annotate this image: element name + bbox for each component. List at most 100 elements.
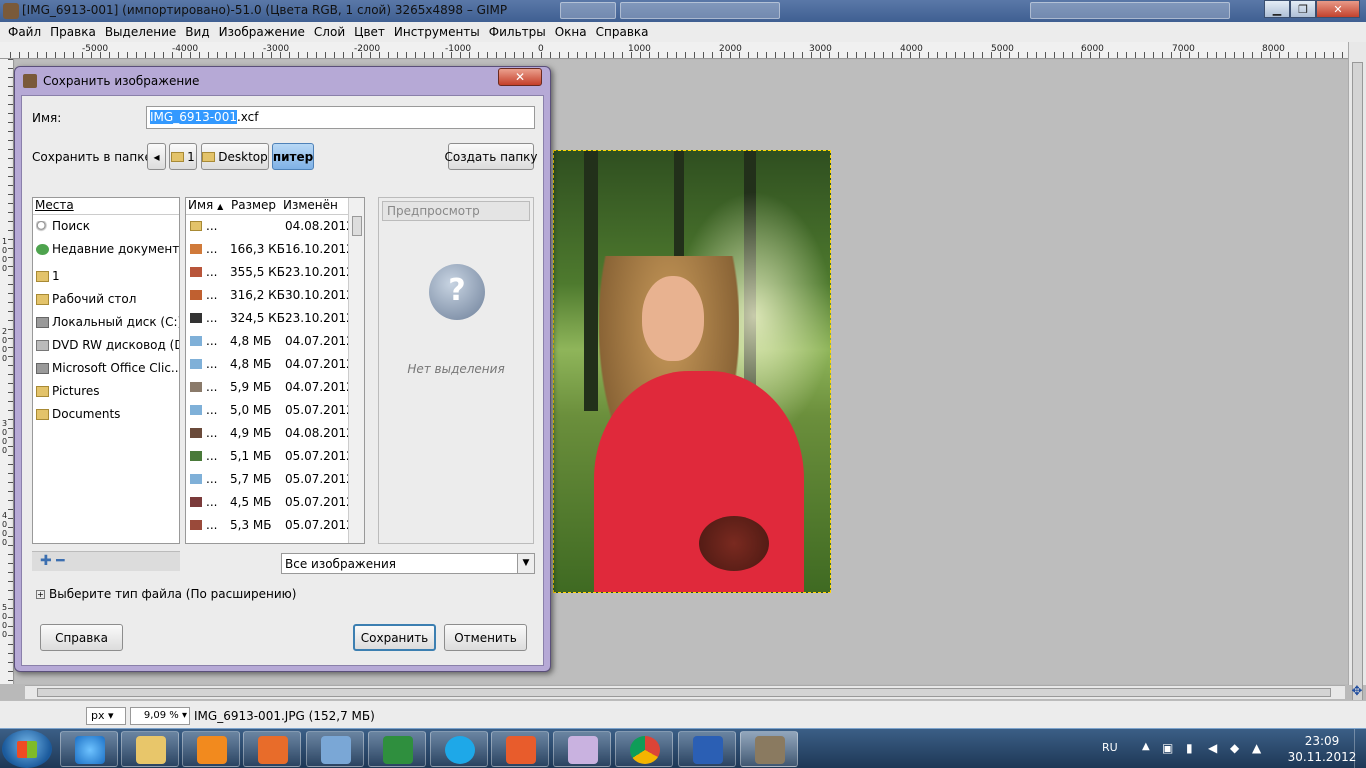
ruler-label: -5000 <box>82 44 109 54</box>
file-row[interactable]: ... 5,3 МБ 05.07.2012 <box>186 514 364 537</box>
cancel-button[interactable]: Отменить <box>444 624 527 651</box>
create-folder-button[interactable]: Создать папку <box>444 143 538 170</box>
column-name[interactable]: Имя ▲ <box>186 198 229 214</box>
filename-input[interactable]: IMG_6913-001.xcf <box>146 106 535 129</box>
help-button[interactable]: Справка <box>40 624 123 651</box>
file-size: 4,8 МБ <box>230 357 272 371</box>
file-list-scrollbar[interactable] <box>348 198 364 543</box>
file-name: ... <box>206 265 218 279</box>
system-tray: RU ▲ ▣ ▮ ◀ ◆ ▲ 23:09 30.11.2012 <box>1096 729 1366 768</box>
menu-color[interactable]: Цвет <box>352 25 392 39</box>
taskbar-ie[interactable] <box>60 731 118 767</box>
horizontal-scrollbar[interactable] <box>25 685 1345 699</box>
file-row[interactable]: ... 4,5 МБ 05.07.2012 <box>186 491 364 514</box>
language-indicator[interactable]: RU <box>1102 741 1118 754</box>
filetype-expander[interactable]: + Выберите тип файла (По расширению) <box>36 587 296 601</box>
show-desktop-button[interactable] <box>1354 729 1366 768</box>
menu-layer[interactable]: Слой <box>312 25 352 39</box>
unit-select[interactable]: px ▾ <box>86 707 126 725</box>
file-row[interactable]: ... 4,8 МБ 04.07.2012 <box>186 353 364 376</box>
clock-time[interactable]: 23:09 <box>1292 734 1352 748</box>
menu-edit[interactable]: Правка <box>48 25 103 39</box>
horizontal-ruler[interactable]: -5000 -4000 -3000 -2000 -1000 0 1000 200… <box>0 42 1366 59</box>
dropbox-icon[interactable]: ◆ <box>1230 741 1239 755</box>
path-button-desktop[interactable]: Desktop <box>201 143 269 170</box>
places-item-1[interactable]: 1 <box>33 265 179 288</box>
places-item-search[interactable]: Поиск <box>33 215 179 238</box>
taskbar-word[interactable] <box>678 731 736 767</box>
ruler-label: -3000 <box>263 44 290 54</box>
file-row[interactable]: ... 324,5 КБ 23.10.2012 <box>186 307 364 330</box>
taskbar-network[interactable] <box>306 731 364 767</box>
file-filter-select[interactable]: Все изображения ▼ <box>281 553 535 574</box>
taskbar-chrome[interactable] <box>615 731 673 767</box>
menu-file[interactable]: Файл <box>6 25 48 39</box>
column-size[interactable]: Размер <box>229 198 281 214</box>
menu-tools[interactable]: Инструменты <box>392 25 487 39</box>
places-item-drive-c[interactable]: Локальный диск (C:) <box>33 311 179 334</box>
clock-date[interactable]: 30.11.2012 <box>1284 750 1360 764</box>
file-row[interactable]: ... 355,5 КБ 23.10.2012 <box>186 261 364 284</box>
taskbar-office[interactable] <box>243 731 301 767</box>
file-name: ... <box>206 242 218 256</box>
places-item-office[interactable]: Microsoft Office Clic... <box>33 357 179 380</box>
places-item-desktop[interactable]: Рабочий стол <box>33 288 179 311</box>
column-modified[interactable]: Изменён <box>281 198 341 214</box>
start-button[interactable] <box>2 730 52 768</box>
file-row[interactable]: ... 316,2 КБ 30.10.2012 <box>186 284 364 307</box>
image-icon <box>190 336 202 346</box>
vertical-scrollbar[interactable] <box>1348 42 1366 702</box>
file-row[interactable]: ... 5,0 МБ 05.07.2012 <box>186 399 364 422</box>
menu-windows[interactable]: Окна <box>553 25 594 39</box>
taskbar-excel[interactable] <box>368 731 426 767</box>
vertical-ruler[interactable]: 1000 2000 3000 4000 5000 <box>0 59 14 684</box>
file-size: 4,9 МБ <box>230 426 272 440</box>
file-row[interactable]: ... 166,3 КБ 16.10.2012 <box>186 238 364 261</box>
file-row[interactable]: ... 5,9 МБ 04.07.2012 <box>186 376 364 399</box>
signal-icon[interactable]: ▮ <box>1186 741 1193 755</box>
file-row[interactable]: ... 4,8 МБ 04.07.2012 <box>186 330 364 353</box>
places-item-label: Microsoft Office Clic... <box>52 361 179 375</box>
minimize-button[interactable]: ▁ <box>1264 0 1290 18</box>
tray-app-icon[interactable]: ▣ <box>1162 741 1173 755</box>
taskbar-explorer[interactable] <box>121 731 179 767</box>
places-item-pictures[interactable]: Pictures <box>33 380 179 403</box>
taskbar-palette[interactable] <box>553 731 611 767</box>
places-item-dvd[interactable]: DVD RW дисковод (D:) <box>33 334 179 357</box>
taskbar-media[interactable] <box>182 731 240 767</box>
menu-help[interactable]: Справка <box>594 25 656 39</box>
places-item-documents[interactable]: Documents <box>33 403 179 426</box>
save-button[interactable]: Сохранить <box>353 624 436 651</box>
close-button[interactable]: ✕ <box>1316 0 1360 18</box>
file-row[interactable]: ... 4,9 МБ 04.08.2012 <box>186 422 364 445</box>
file-row[interactable]: ... 5,1 МБ 05.07.2012 <box>186 445 364 468</box>
menu-filters[interactable]: Фильтры <box>487 25 553 39</box>
taskbar-gimp[interactable] <box>740 731 798 767</box>
dialog-close-button[interactable]: ✕ <box>498 68 542 86</box>
navigate-icon[interactable]: ✥ <box>1350 685 1364 699</box>
drive-sync-icon[interactable]: ▲ <box>1252 741 1261 755</box>
folder-icon <box>202 151 216 162</box>
taskbar-skype[interactable] <box>430 731 488 767</box>
maximize-button[interactable]: ❐ <box>1290 0 1316 18</box>
scroll-thumb[interactable] <box>1352 62 1363 702</box>
taskbar-paint[interactable] <box>491 731 549 767</box>
places-item-recent[interactable]: Недавние документы <box>33 238 179 261</box>
path-button-1[interactable]: 1 <box>169 143 197 170</box>
places-header[interactable]: Места <box>33 198 179 215</box>
path-button-current[interactable]: питер <box>272 143 314 170</box>
scroll-thumb[interactable] <box>352 216 362 236</box>
menu-view[interactable]: Вид <box>183 25 216 39</box>
zoom-select[interactable]: 9,09 % ▾ <box>130 707 190 725</box>
tray-expand-icon[interactable]: ▲ <box>1142 741 1150 752</box>
image-photo[interactable] <box>553 150 831 593</box>
path-back-button[interactable]: ◂ <box>147 143 166 170</box>
scroll-thumb[interactable] <box>37 688 1331 697</box>
menu-select[interactable]: Выделение <box>103 25 183 39</box>
menu-image[interactable]: Изображение <box>217 25 312 39</box>
file-row[interactable]: ... 04.08.2012 <box>186 215 364 238</box>
file-row[interactable]: ... 5,7 МБ 05.07.2012 <box>186 468 364 491</box>
volume-icon[interactable]: ◀ <box>1208 741 1217 755</box>
add-remove-bookmark-buttons[interactable]: ✚ ━ <box>32 551 180 571</box>
dialog-titlebar[interactable]: Сохранить изображение ✕ <box>15 67 550 93</box>
